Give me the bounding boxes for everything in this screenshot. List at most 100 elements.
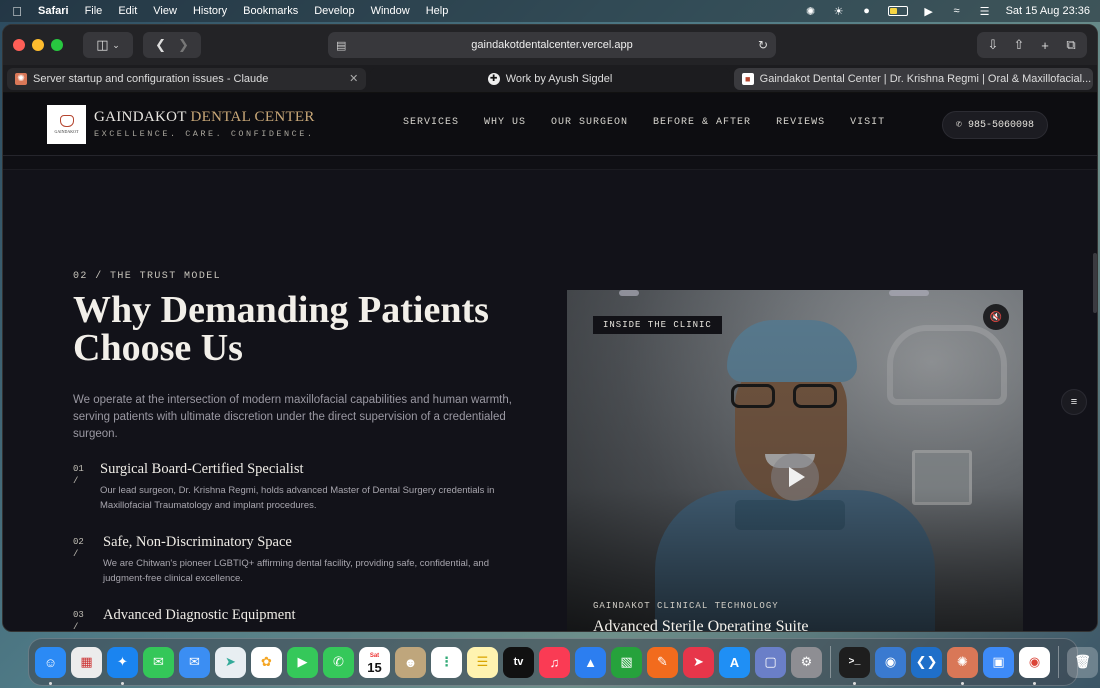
messages-icon[interactable]: ✉ <box>143 646 174 678</box>
tab-portfolio[interactable]: ✚ Work by Ayush Sigdel <box>370 67 730 90</box>
media-play-icon[interactable]: ▶ <box>922 5 936 18</box>
browser-toolbar: ◫ ⌄ ❮ ❯ ▤ gaindakotdentalcenter.vercel.a… <box>3 25 1097 65</box>
reminders-icon[interactable]: ⋮ <box>431 646 462 678</box>
address-bar[interactable]: ▤ gaindakotdentalcenter.vercel.app ↻ <box>328 32 776 58</box>
app-store-icon[interactable]: A <box>719 646 750 678</box>
brand-tagline: EXCELLENCE. CARE. CONFIDENCE. <box>94 129 315 139</box>
section-intro: We operate at the intersection of modern… <box>73 394 512 440</box>
nav-services[interactable]: SERVICES <box>403 117 459 128</box>
video-caption-kicker: GAINDAKOT CLINICAL TECHNOLOGY <box>593 601 779 611</box>
new-tab-icon[interactable]: + <box>1033 32 1057 58</box>
mail-icon[interactable]: ✉ <box>179 646 210 678</box>
menu-develop[interactable]: Develop <box>314 5 354 17</box>
tab-claude[interactable]: ✺ Server startup and configuration issue… <box>7 67 367 90</box>
dock-separator <box>830 646 831 678</box>
keynote-icon[interactable]: ▲ <box>575 646 606 678</box>
menu-file[interactable]: File <box>85 5 103 17</box>
finder-disk-icon[interactable]: ◉ <box>875 646 906 678</box>
reload-icon[interactable]: ↻ <box>758 38 768 52</box>
site-nav: SERVICES WHY US OUR SURGEON BEFORE & AFT… <box>403 117 885 128</box>
clinic-video[interactable]: INSIDE THE CLINIC 🔇 GAINDAKOT CLINICAL T… <box>567 290 1023 632</box>
feature-number: 02 / <box>73 537 84 559</box>
page-scrollbar[interactable] <box>1093 253 1097 313</box>
window-controls <box>13 39 63 51</box>
notes-icon[interactable]: ☰ <box>467 646 498 678</box>
claude-icon[interactable]: ✺ <box>947 646 978 685</box>
apple-menu-icon[interactable]:  <box>10 4 24 19</box>
back-icon[interactable]: ❮ <box>155 37 166 53</box>
headline-line-1: Why Demanding Patients <box>73 289 489 331</box>
brand-accent: DENTAL CENTER <box>190 109 315 125</box>
preview-icon[interactable]: ▢ <box>755 646 786 678</box>
launchpad-icon[interactable]: ▦ <box>71 646 102 678</box>
trash-icon[interactable]: 🗑 <box>1067 646 1098 678</box>
nav-reviews[interactable]: REVIEWS <box>776 117 825 128</box>
menu-app-name[interactable]: Safari <box>38 5 69 17</box>
close-tab-icon[interactable]: ✕ <box>349 72 358 85</box>
user-account-icon[interactable]: ● <box>860 5 874 17</box>
wifi-icon[interactable]: ≈ <box>950 5 964 17</box>
tv-icon[interactable]: tv <box>503 646 534 678</box>
safari-icon[interactable]: ✦ <box>107 646 138 685</box>
menu-bookmarks[interactable]: Bookmarks <box>243 5 298 17</box>
forward-icon[interactable]: ❯ <box>178 37 189 53</box>
site-logo[interactable]: GAINDAKOT <box>47 105 86 144</box>
terminal-icon[interactable]: >_ <box>839 646 870 685</box>
close-window-button[interactable] <box>13 39 25 51</box>
numbers-icon[interactable]: ▧ <box>611 646 642 678</box>
phone-app-icon[interactable]: ✆ <box>323 646 354 678</box>
battery-icon[interactable] <box>887 6 908 16</box>
share-icon[interactable]: ⇧ <box>1007 32 1031 58</box>
menu-view[interactable]: View <box>153 5 177 17</box>
mute-toggle-icon[interactable]: 🔇 <box>983 304 1009 330</box>
logo-text: GAINDAKOT <box>54 129 79 134</box>
phone-button[interactable]: ✆ 985-5060098 <box>942 111 1048 139</box>
menu-help[interactable]: Help <box>426 5 449 17</box>
vscode-icon[interactable]: ❮❯ <box>911 646 942 678</box>
nav-before-after[interactable]: BEFORE & AFTER <box>653 117 751 128</box>
site-header: GAINDAKOT GAINDAKOT DENTAL CENTER EXCELL… <box>3 93 1097 156</box>
photos-icon[interactable]: ✿ <box>251 646 282 678</box>
menu-history[interactable]: History <box>193 5 227 17</box>
accessibility-toggle-icon[interactable]: ≡ <box>1061 389 1087 415</box>
feature-number: 03 / <box>73 610 84 632</box>
brand-block[interactable]: GAINDAKOT DENTAL CENTER EXCELLENCE. CARE… <box>94 109 315 139</box>
page-settings-icon[interactable]: ▤ <box>336 39 346 52</box>
video-caption-title: Advanced Sterile Operating Suite <box>593 618 809 632</box>
nav-visit[interactable]: VISIT <box>850 117 885 128</box>
tab-dental-center[interactable]: ■ Gaindakot Dental Center | Dr. Krishna … <box>733 67 1093 90</box>
maps-icon[interactable]: ➤ <box>215 646 246 678</box>
control-center-icon[interactable]: ☰ <box>978 5 992 18</box>
finder-icon[interactable]: ☺ <box>35 646 66 685</box>
menu-clock[interactable]: Sat 15 Aug 23:36 <box>1006 5 1090 17</box>
nav-our-surgeon[interactable]: OUR SURGEON <box>551 117 628 128</box>
play-button[interactable] <box>771 453 819 501</box>
dental-favicon-icon: ■ <box>741 72 754 85</box>
zoom-window-button[interactable] <box>51 39 63 51</box>
minimize-window-button[interactable] <box>32 39 44 51</box>
header-divider <box>3 156 1097 170</box>
nav-why-us[interactable]: WHY US <box>484 117 526 128</box>
tab-title: Server startup and configuration issues … <box>33 72 269 85</box>
brightness-icon[interactable]: ☀ <box>832 5 846 18</box>
rocket-app-icon[interactable]: ➤ <box>683 646 714 678</box>
sidebar-toggle-button[interactable]: ◫ ⌄ <box>83 32 133 58</box>
calendar-icon[interactable]: Sat 15 <box>359 646 390 678</box>
contacts-icon[interactable]: ☻ <box>395 646 426 678</box>
chrome-icon[interactable]: ◉ <box>1019 646 1050 685</box>
tab-overview-icon[interactable]: ⧉ <box>1059 32 1083 58</box>
facetime-icon[interactable]: ▶ <box>287 646 318 678</box>
menu-edit[interactable]: Edit <box>118 5 137 17</box>
files-icon[interactable]: ▣ <box>983 646 1014 678</box>
feature-number: 01 / <box>73 464 84 486</box>
phone-icon: ✆ <box>955 120 962 131</box>
history-nav: ❮ ❯ <box>143 32 201 58</box>
music-icon[interactable]: ♫ <box>539 646 570 678</box>
extension-status-icon[interactable]: ✺ <box>804 5 818 18</box>
pages-icon[interactable]: ✎ <box>647 646 678 678</box>
menu-window[interactable]: Window <box>371 5 410 17</box>
calendar-day: 15 <box>367 660 382 675</box>
chevron-down-icon: ⌄ <box>112 39 120 50</box>
downloads-icon[interactable]: ⇩ <box>981 32 1005 58</box>
system-settings-icon[interactable]: ⚙ <box>791 646 822 678</box>
